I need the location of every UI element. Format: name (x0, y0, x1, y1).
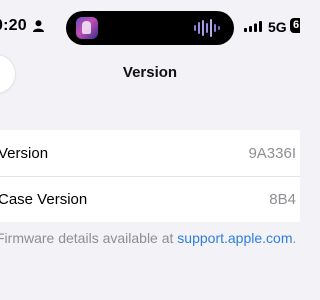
network-label: 5G (268, 19, 287, 35)
footer-text: Firmware details available at (0, 230, 178, 246)
signal-icon (244, 21, 262, 32)
list-item-case-version: Case Version 8B4 (0, 176, 300, 222)
page-title: Version (122, 64, 178, 81)
status-time: 0:20 (0, 17, 27, 34)
footer-note: Firmware details available at support.ap… (0, 230, 296, 246)
dynamic-island[interactable] (66, 11, 234, 45)
list-item-version: Version 9A336I (0, 130, 300, 176)
person-icon (33, 20, 44, 32)
row-value: 9A336I (248, 145, 296, 162)
screen: 0:20 5G 6 Version Version 9A336I (0, 0, 300, 300)
waveform-icon (194, 19, 220, 37)
footer-suffix: . (292, 230, 297, 246)
info-list: Version 9A336I Case Version 8B4 (0, 130, 300, 222)
row-label: Version (0, 145, 49, 162)
row-value: 8B4 (269, 191, 296, 208)
support-link[interactable]: support.apple.com (177, 230, 292, 246)
battery-icon: 6 (290, 18, 300, 33)
album-art-icon (76, 17, 98, 39)
row-label: Case Version (0, 191, 88, 208)
